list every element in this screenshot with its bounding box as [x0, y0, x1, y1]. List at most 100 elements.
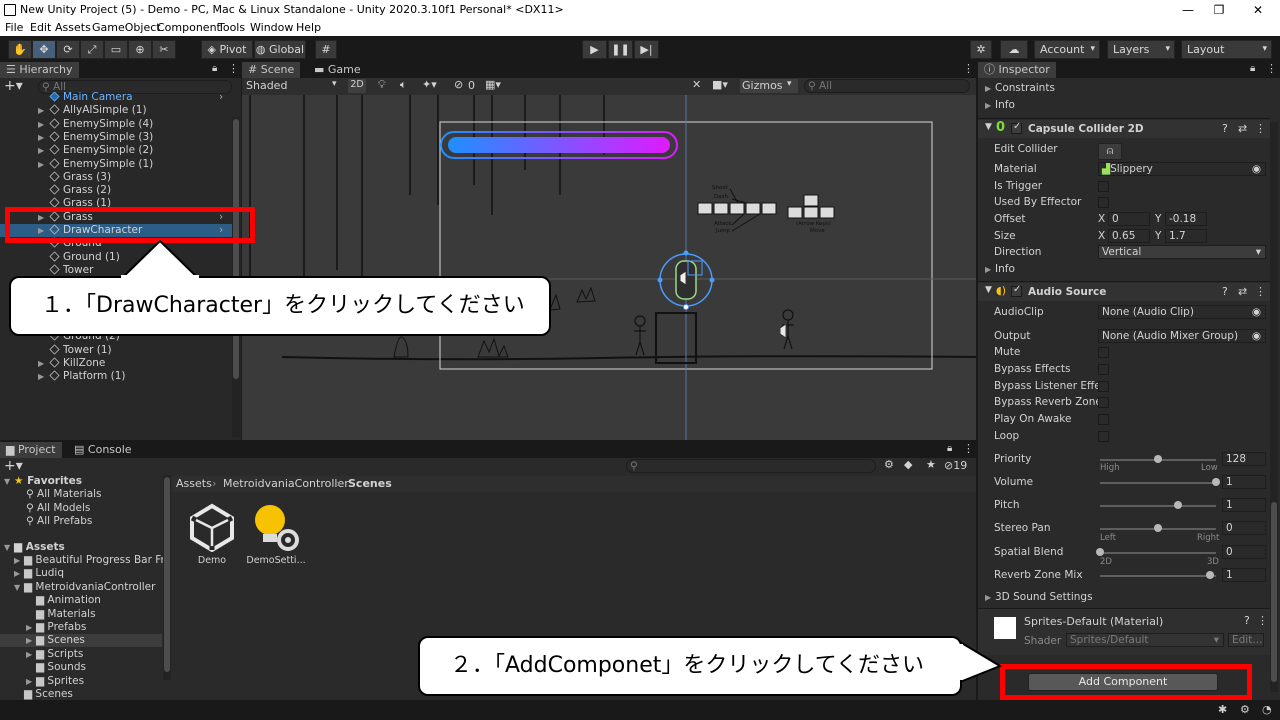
hidden-packages-icon[interactable]: ⊘19 [944, 459, 967, 472]
spatial-blend-slider[interactable] [1100, 552, 1216, 554]
audioclip-picker-icon[interactable]: ◉ [1252, 306, 1261, 318]
assets-header[interactable]: ▼ ▆ Assets [4, 541, 65, 554]
sound-3d-foldout[interactable]: ▶ 3D Sound Settings [985, 591, 1093, 603]
loop-checkbox[interactable] [1098, 431, 1109, 442]
audio-enabled-checkbox[interactable]: ✓ [1011, 284, 1022, 297]
stereo-pan-field[interactable]: 0 [1222, 521, 1266, 535]
close-button[interactable]: ✕ [1240, 0, 1276, 20]
offset-y-field[interactable]: -0.18 [1165, 212, 1207, 226]
inspector-scrollbar[interactable] [1270, 122, 1278, 692]
move-tool-icon[interactable]: ✥ [32, 40, 56, 59]
menu-assets[interactable]: Assets [55, 21, 91, 34]
hand-tool-icon[interactable]: ✋ [8, 40, 32, 59]
volume-slider-knob[interactable] [1212, 478, 1220, 486]
scene-more-icon[interactable]: ⋮ [963, 62, 974, 75]
breadcrumb-assets[interactable]: Assets [176, 477, 212, 490]
capsule-collider-header[interactable]: ▼ 0 ✓ Capsule Collider 2D ? ⇄ ⋮ [978, 120, 1270, 138]
hierarchy-item[interactable]: ▶ EnemySimple (1) [0, 158, 232, 171]
expand-arrow-icon[interactable]: ▶ [38, 131, 48, 144]
shader-dropdown[interactable]: Sprites/Default ▾ [1066, 633, 1224, 647]
audio-presets-icon[interactable]: ⇄ [1238, 285, 1247, 298]
tab-console[interactable]: ▤ Console [68, 442, 138, 458]
asset-folder-item[interactable]: ▼ ▆ MetroidvaniaController [0, 581, 162, 594]
folder-expand-icon[interactable]: ▶ [26, 648, 36, 661]
folder-expand-icon[interactable]: ▶ [26, 621, 36, 634]
progress-icon[interactable]: ⚙ [1240, 703, 1250, 716]
inspector-lock-icon[interactable]: 🔒︎ [1250, 63, 1255, 74]
breadcrumb-metroidvania[interactable]: MetroidvaniaController [223, 477, 349, 490]
capsule-info-foldout[interactable]: ▶ Info [985, 263, 1015, 275]
mode-2d-toggle[interactable]: 2D [348, 79, 366, 93]
expand-arrow-icon[interactable]: ▶ [38, 118, 48, 131]
camera-settings-icon[interactable]: ■▾ [712, 78, 728, 91]
play-on-awake-checkbox[interactable] [1098, 414, 1109, 425]
rect-tool-icon[interactable]: ▭ [104, 40, 128, 59]
breadcrumb-scenes[interactable]: Scenes [348, 477, 392, 490]
pause-button[interactable]: ❚❚ [608, 40, 633, 59]
audio-toggle-icon[interactable]: 🔈︎ [400, 78, 407, 92]
audioclip-field[interactable]: None (Audio Clip) ◉ [1098, 305, 1266, 319]
tab-game[interactable]: ▬ Game [308, 62, 367, 78]
bug-icon[interactable]: ✱ [1218, 703, 1227, 716]
scene-viewport[interactable]: Shoot Dash Attack Jump (Arrow Keys) Move [242, 95, 976, 440]
hierarchy-item[interactable]: ▶ Platform (1) [0, 370, 232, 383]
asset-demosettings[interactable]: DemoSetti... [244, 502, 308, 572]
audio-menu-icon[interactable]: ⋮ [1255, 285, 1266, 298]
direction-dropdown[interactable]: Vertical ▾ [1098, 245, 1266, 259]
favorite-item[interactable]: ⚲ All Prefabs [26, 515, 92, 528]
edit-collider-button[interactable]: ⍝ [1098, 143, 1122, 160]
component-menu-icon[interactable]: ⋮ [1255, 122, 1266, 135]
mute-checkbox[interactable] [1098, 347, 1109, 358]
project-more-icon[interactable]: ⋮ [963, 442, 974, 455]
layers-dropdown[interactable]: Layers [1107, 40, 1175, 59]
favorite-item[interactable]: ⚲ All Models [26, 502, 90, 515]
hidden-objects-icon[interactable]: ⊘ [454, 78, 463, 91]
scene-search-input[interactable]: ⚲ All [804, 79, 970, 93]
asset-folder-item[interactable]: ▶ ▆ Scripts [0, 648, 162, 661]
folder-expand-icon[interactable]: ▶ [14, 567, 24, 580]
lighting-toggle-icon[interactable]: 💡︎ [378, 78, 386, 92]
folder-expand-icon[interactable]: ▼ [14, 581, 24, 594]
asset-demo-scene[interactable]: Demo [180, 502, 244, 572]
asset-folder-item[interactable]: ▶ ▆ Beautiful Progress Bar Fre [0, 554, 171, 567]
play-button[interactable]: ▶ [582, 40, 607, 59]
favorites-header[interactable]: ▼ ★ Favorites [4, 475, 82, 488]
effects-toggle-icon[interactable]: ✦▾ [422, 78, 437, 91]
menu-component[interactable]: Component [157, 21, 221, 34]
material-field[interactable]: ▟Slippery ◉ [1098, 162, 1266, 176]
account-dropdown[interactable]: Account [1034, 40, 1100, 59]
hierarchy-item[interactable]: ▶ EnemySimple (2) [0, 144, 232, 157]
help-icon[interactable]: ? [1222, 122, 1228, 135]
volume-field[interactable]: 1 [1222, 475, 1266, 489]
asset-folder-item[interactable]: ▶ ▆ Sprites [0, 675, 162, 688]
grid-toggle-icon[interactable]: ▦▾ [485, 78, 501, 91]
hierarchy-item[interactable]: ▶ KillZone [0, 357, 232, 370]
spatial-blend-slider-knob[interactable] [1096, 548, 1104, 556]
material-menu-icon[interactable]: ⋮ [1257, 614, 1268, 627]
global-toggle[interactable]: ◍ Global [254, 40, 306, 59]
custom-tool-icon[interactable]: ✂ [152, 40, 176, 59]
tab-inspector[interactable]: ⓘ Inspector [978, 62, 1056, 78]
shading-mode-dropdown[interactable]: Shaded ▾ [246, 79, 342, 92]
menu-window[interactable]: Window [250, 21, 293, 34]
project-tree-scrollbar[interactable] [163, 475, 171, 680]
handle-left[interactable] [657, 277, 663, 283]
asset-folder-item[interactable]: ▆ Materials [0, 608, 162, 621]
folder-expand-icon[interactable]: ▶ [26, 634, 36, 647]
scale-tool-icon[interactable]: ⤢ [80, 40, 104, 59]
favorite-item[interactable]: ⚲ All Materials [26, 488, 102, 501]
output-field[interactable]: None (Audio Mixer Group) ◉ [1098, 329, 1266, 343]
step-button[interactable]: ▶| [634, 40, 659, 59]
presets-icon[interactable]: ⇄ [1238, 122, 1247, 135]
handle-bottom[interactable] [683, 304, 689, 310]
material-help-icon[interactable]: ? [1244, 614, 1250, 627]
filter-by-label-icon[interactable]: ◆ [904, 458, 912, 471]
collab-icon[interactable]: ✲ [970, 40, 992, 59]
asset-folder-item[interactable]: ▆ Sounds [0, 661, 162, 674]
lock-icon[interactable]: 🔒︎ [212, 63, 217, 74]
expand-arrow-icon[interactable]: ▶ [38, 370, 48, 383]
output-picker-icon[interactable]: ◉ [1252, 330, 1261, 342]
spatial-blend-field[interactable]: 0 [1222, 545, 1266, 559]
stereo-pan-slider-knob[interactable] [1154, 524, 1162, 532]
offset-x-field[interactable]: 0 [1108, 212, 1150, 226]
